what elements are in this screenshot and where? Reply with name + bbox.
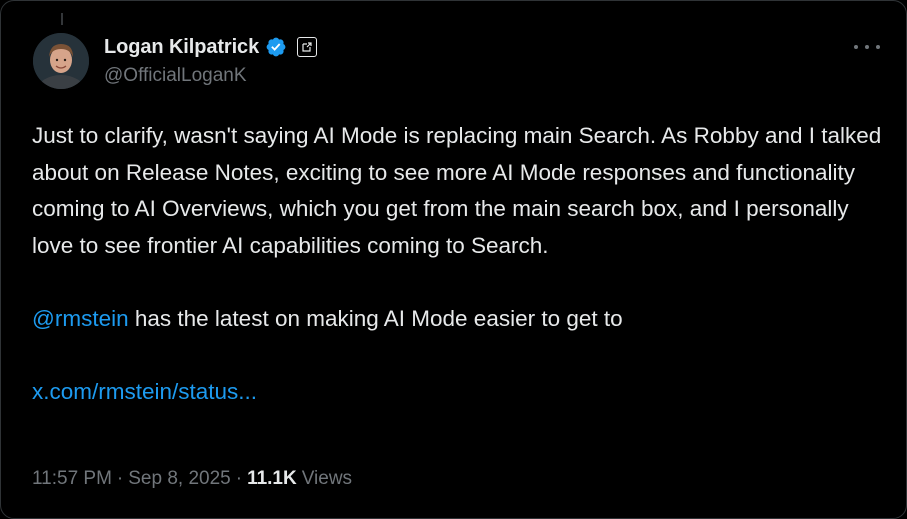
author-display-name[interactable]: Logan Kilpatrick xyxy=(104,36,259,59)
tweet-url-link[interactable]: x.com/rmstein/status... xyxy=(32,379,257,404)
tweet-paragraph-2: @rmstein has the latest on making AI Mod… xyxy=(32,301,882,338)
author-name-row: Logan Kilpatrick xyxy=(104,34,318,60)
tweet-paragraph-2-text: has the latest on making AI Mode easier … xyxy=(128,305,623,331)
tweet-text: Just to clarify, wasn't saying AI Mode i… xyxy=(32,118,882,410)
affiliate-label-icon[interactable] xyxy=(297,37,318,57)
more-options-icon[interactable] xyxy=(854,37,880,57)
more-dot xyxy=(865,45,869,49)
meta-separator: · xyxy=(235,468,243,489)
tweet-time[interactable]: 11:57 PM xyxy=(32,468,112,490)
more-dot xyxy=(876,45,880,49)
thread-connector-line xyxy=(61,13,63,25)
views-label: Views xyxy=(301,468,353,489)
author-handle[interactable]: @OfficialLoganK xyxy=(104,65,247,87)
mention-link[interactable]: @rmstein xyxy=(32,306,129,331)
verified-badge-icon[interactable] xyxy=(265,36,287,58)
more-dot xyxy=(854,45,858,49)
tweet-card: Logan Kilpatrick @OfficialLoganK Just to… xyxy=(0,0,907,519)
avatar-image xyxy=(33,33,89,89)
views-count[interactable]: 11.1K xyxy=(247,468,297,490)
tweet-date[interactable]: Sep 8, 2025 xyxy=(128,468,230,490)
avatar[interactable] xyxy=(33,33,89,89)
tweet-meta: 11:57 PM · Sep 8, 2025 · 11.1K Views xyxy=(32,468,352,490)
tweet-link-paragraph: x.com/rmstein/status... xyxy=(32,374,882,411)
meta-separator: · xyxy=(116,468,124,489)
tweet-paragraph-1: Just to clarify, wasn't saying AI Mode i… xyxy=(32,123,882,258)
